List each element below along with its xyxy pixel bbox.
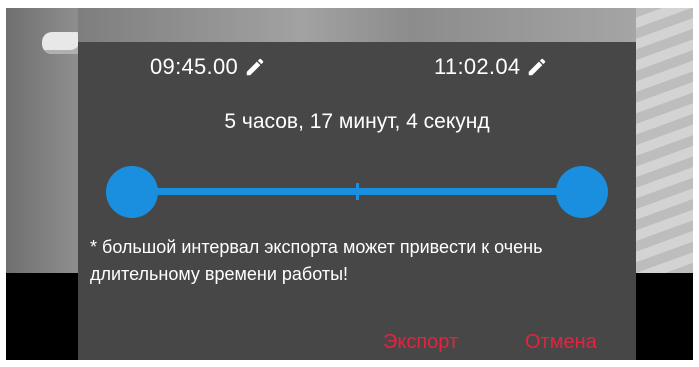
- building-facade: [633, 8, 693, 273]
- range-slider-center-marker: [356, 183, 359, 200]
- end-time-value: 11:02.04: [434, 54, 521, 79]
- export-dialog: 09:45.00 11:02.04 5 часов, 17 минут, 4 с…: [78, 8, 636, 360]
- range-start-handle[interactable]: [106, 166, 158, 218]
- pencil-icon[interactable]: [526, 56, 548, 78]
- start-time-editor[interactable]: 09:45.00: [150, 54, 266, 80]
- start-time-value: 09:45.00: [150, 54, 239, 79]
- app-frame: 09:45.00 11:02.04 5 часов, 17 минут, 4 с…: [6, 8, 693, 360]
- duration-label: 5 часов, 17 минут, 4 секунд: [224, 110, 490, 133]
- export-warning-text: * большой интервал экспорта может привес…: [90, 237, 543, 284]
- range-end-handle[interactable]: [556, 166, 608, 218]
- video-preview-strip: [78, 8, 636, 42]
- pencil-icon[interactable]: [244, 56, 266, 78]
- export-button[interactable]: Экспорт: [383, 331, 458, 354]
- cancel-button[interactable]: Отмена: [525, 331, 597, 354]
- range-slider[interactable]: [106, 166, 608, 218]
- end-time-editor[interactable]: 11:02.04: [434, 54, 548, 80]
